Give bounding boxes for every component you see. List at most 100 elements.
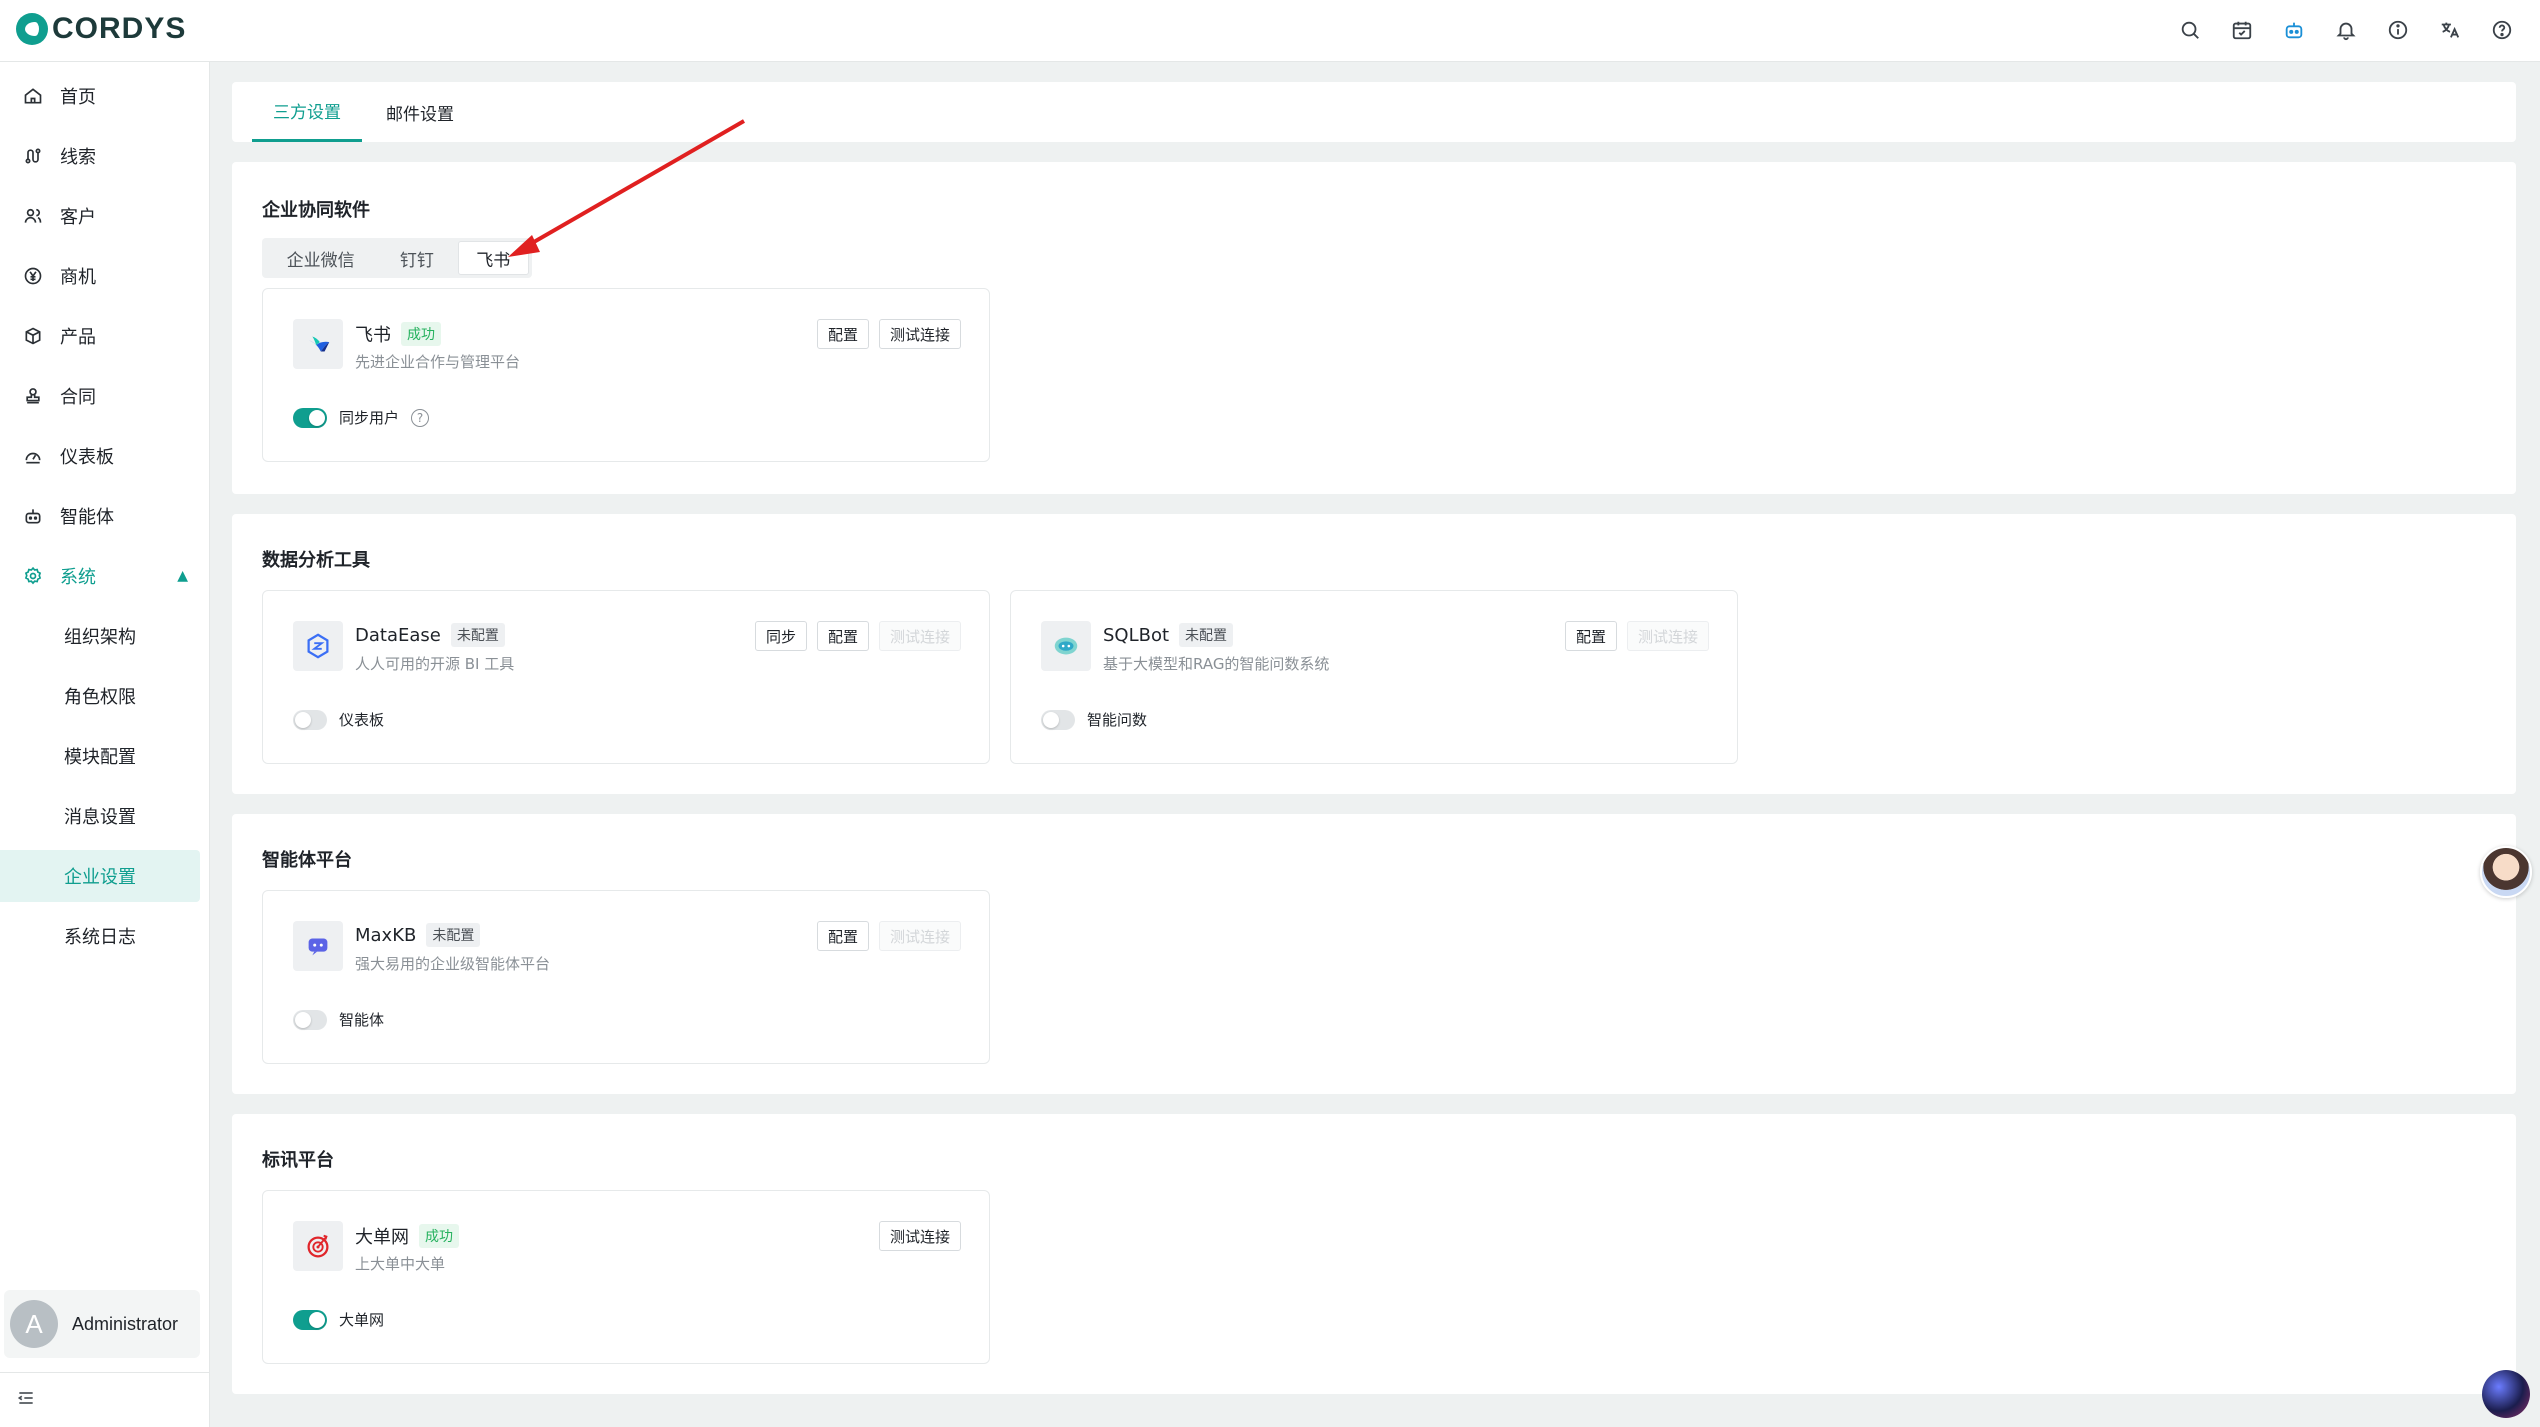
card-actions: 测试连接 — [878, 1221, 961, 1251]
integration-name: 飞书 — [355, 325, 391, 346]
chevron-up-icon[interactable]: ▲ — [177, 568, 188, 584]
feishu-logo-icon — [293, 319, 343, 369]
translate-icon[interactable] — [2434, 14, 2466, 46]
tab-email[interactable]: 邮件设置 — [380, 82, 460, 142]
sidebar-item-customers[interactable]: 客户 — [0, 190, 200, 242]
segment-feishu[interactable]: 飞书 — [457, 241, 529, 275]
stamp-icon — [22, 385, 44, 407]
test-connection-button[interactable]: 测试连接 — [878, 1221, 961, 1251]
section-title: 企业协同软件 — [262, 200, 370, 221]
configure-button[interactable]: 配置 — [816, 621, 869, 651]
info-icon[interactable] — [2382, 14, 2414, 46]
toggle-row: 智能体 — [293, 1009, 384, 1030]
sidebar-item-home[interactable]: 首页 — [0, 70, 200, 122]
robot-icon[interactable] — [2278, 14, 2310, 46]
sidebar-item-system[interactable]: 系统 ▲ — [0, 550, 200, 602]
sidebar-item-products[interactable]: 产品 — [0, 310, 200, 362]
home-icon — [22, 85, 44, 107]
section-title: 数据分析工具 — [262, 550, 370, 571]
configure-button[interactable]: 配置 — [816, 921, 869, 951]
user-group-icon — [22, 205, 44, 227]
segment-wecom[interactable]: 企业微信 — [265, 241, 376, 275]
sidebar-item-label: 仪表板 — [60, 447, 114, 468]
section-agent-platform: 智能体平台 MaxKB 未配置 强大易用的企业级智能体平台 配置 测试连接 智能… — [232, 814, 2516, 1094]
test-connection-button[interactable]: 测试连接 — [878, 319, 961, 349]
segment-dingtalk[interactable]: 钉钉 — [376, 241, 457, 275]
toggle-label: 智能体 — [339, 1011, 385, 1029]
integration-name: SQLBot — [1103, 624, 1170, 646]
assistant-avatar-button[interactable] — [2480, 846, 2532, 898]
status-badge: 未配置 — [1179, 623, 1234, 647]
sidebar-item-label: 客户 — [60, 207, 96, 228]
card-actions: 配置 测试连接 — [816, 319, 961, 349]
test-connection-button[interactable]: 测试连接 — [878, 621, 961, 651]
status-badge: 未配置 — [426, 923, 481, 947]
logo-mark-icon — [16, 13, 48, 45]
sqlbot-logo-icon — [1041, 621, 1091, 671]
integration-description: 先进企业合作与管理平台 — [355, 353, 521, 371]
sidebar-item-agent[interactable]: 智能体 — [0, 490, 200, 542]
collapse-sidebar-icon[interactable] — [16, 1388, 36, 1412]
sidebar-item-opportunities[interactable]: 商机 — [0, 250, 200, 302]
section-analytics: 数据分析工具 DataEase 未配置 人人可用的开源 BI 工具 同步 配置 … — [232, 514, 2516, 794]
agent-toggle[interactable] — [293, 1009, 327, 1030]
integration-description: 人人可用的开源 BI 工具 — [355, 655, 515, 673]
question-icon[interactable]: ? — [411, 408, 430, 427]
user-profile[interactable]: A Administrator — [4, 1290, 200, 1358]
integration-name: 大单网 — [355, 1227, 409, 1248]
card-actions: 配置 测试连接 — [816, 921, 961, 951]
app-logo[interactable]: CORDYS — [16, 12, 186, 46]
gear-icon — [22, 565, 44, 587]
tab-third-party[interactable]: 三方设置 — [252, 82, 362, 142]
section-title: 智能体平台 — [262, 850, 352, 871]
smart-query-toggle[interactable] — [1041, 709, 1075, 730]
sidebar-item-label: 商机 — [60, 267, 96, 288]
sidebar-item-dashboard[interactable]: 仪表板 — [0, 430, 200, 482]
dadanwang-logo-icon — [293, 1221, 343, 1271]
sidebar-item-label: 合同 — [60, 387, 96, 408]
sidebar: 首页 线索 客户 商机 产品 合同 仪表板 智能体 系统 ▲ 组织架构 角色权限… — [0, 62, 210, 1427]
sidebar-item-contracts[interactable]: 合同 — [0, 370, 200, 422]
configure-button[interactable]: 配置 — [816, 319, 869, 349]
help-icon[interactable] — [2486, 14, 2518, 46]
sidebar-item-label: 产品 — [60, 327, 96, 348]
logo-text: CORDYS — [52, 12, 187, 45]
integration-description: 强大易用的企业级智能体平台 — [355, 955, 551, 973]
collab-segment-control: 企业微信 钉钉 飞书 — [262, 238, 532, 278]
section-title: 标讯平台 — [262, 1150, 334, 1171]
test-connection-button[interactable]: 测试连接 — [878, 921, 961, 951]
card-title: 飞书 成功 — [355, 321, 441, 347]
configure-button[interactable]: 配置 — [1564, 621, 1617, 651]
sync-users-toggle[interactable] — [293, 407, 327, 428]
status-badge: 未配置 — [450, 623, 505, 647]
integration-description: 上大单中大单 — [355, 1255, 446, 1273]
sidebar-item-label: 系统 — [60, 567, 96, 588]
calendar-icon[interactable] — [2226, 14, 2258, 46]
settings-tabbar: 三方设置 邮件设置 — [232, 82, 2516, 142]
integration-card-sqlbot: SQLBot 未配置 基于大模型和RAG的智能问数系统 配置 测试连接 智能问数 — [1010, 590, 1738, 764]
dadanwang-toggle[interactable] — [293, 1309, 327, 1330]
bell-icon[interactable] — [2330, 14, 2362, 46]
toggle-label: 仪表板 — [339, 711, 385, 729]
test-connection-button[interactable]: 测试连接 — [1626, 621, 1709, 651]
status-badge: 成功 — [419, 1224, 459, 1248]
card-actions: 同步 配置 测试连接 — [754, 621, 961, 651]
sidebar-subitem-roles[interactable]: 角色权限 — [0, 670, 200, 722]
status-badge: 成功 — [401, 322, 441, 346]
card-title: 大单网 成功 — [355, 1223, 459, 1249]
sidebar-item-leads[interactable]: 线索 — [0, 130, 200, 182]
integration-card-feishu: 飞书 成功 先进企业合作与管理平台 配置 测试连接 同步用户 ? — [262, 288, 990, 462]
avatar: A — [10, 1300, 58, 1348]
search-icon[interactable] — [2174, 14, 2206, 46]
dashboard-toggle[interactable] — [293, 709, 327, 730]
sync-button[interactable]: 同步 — [754, 621, 807, 651]
sidebar-subitem-enterprise[interactable]: 企业设置 — [0, 850, 200, 902]
dashboard-icon — [22, 445, 44, 467]
toggle-label: 大单网 — [339, 1311, 385, 1329]
sidebar-subitem-org[interactable]: 组织架构 — [0, 610, 200, 662]
ai-orb-button[interactable] — [2482, 1370, 2530, 1418]
sidebar-subitem-logs[interactable]: 系统日志 — [0, 910, 200, 962]
integration-card-dadanwang: 大单网 成功 上大单中大单 测试连接 大单网 — [262, 1190, 990, 1364]
sidebar-subitem-modules[interactable]: 模块配置 — [0, 730, 200, 782]
sidebar-subitem-messages[interactable]: 消息设置 — [0, 790, 200, 842]
